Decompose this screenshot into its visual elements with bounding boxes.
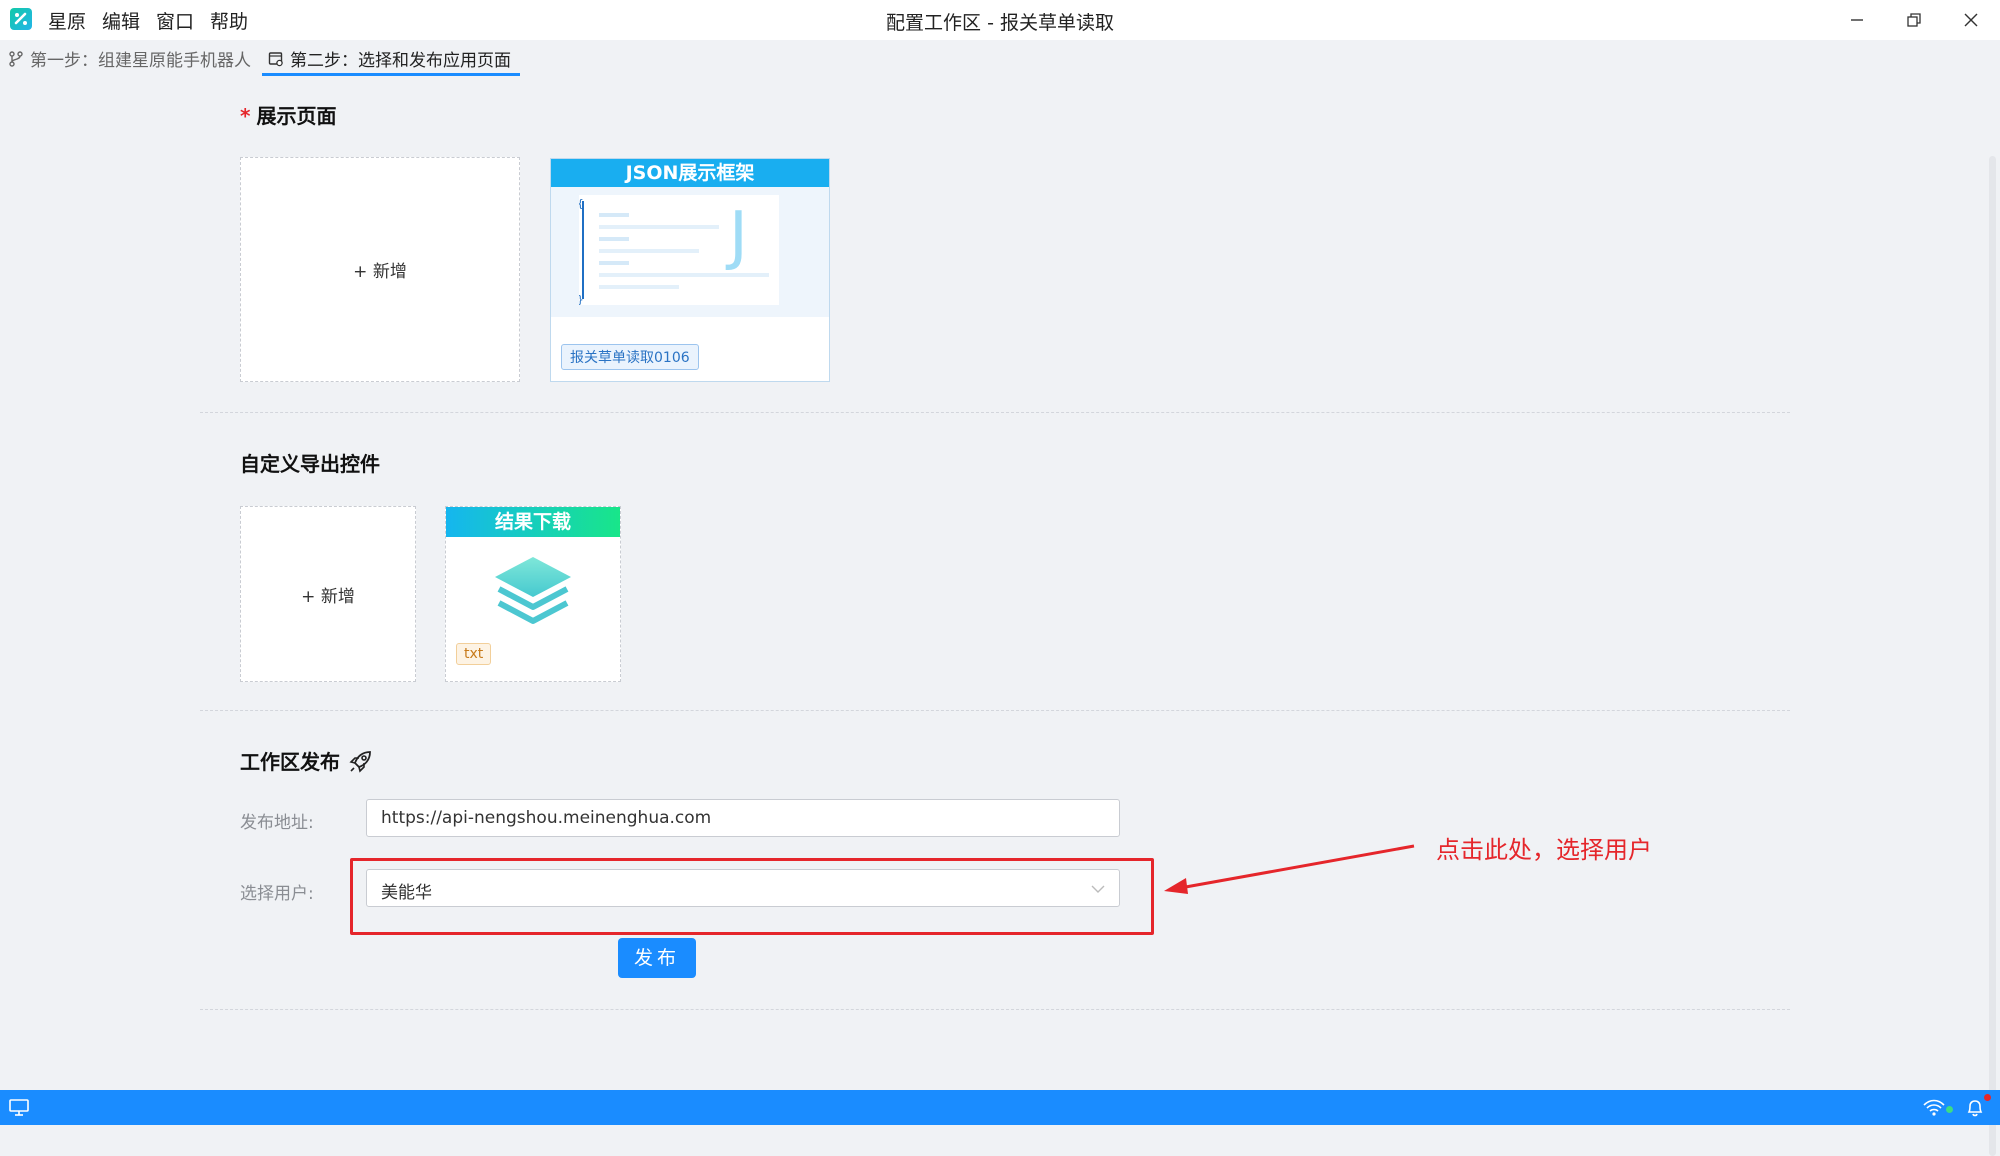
- annotation-text: 点击此处，选择用户: [1436, 836, 1652, 864]
- json-card-preview: { } J: [551, 187, 829, 317]
- notification-badge: [1984, 1094, 1991, 1101]
- bell-icon[interactable]: [1966, 1098, 1984, 1118]
- minimize-button[interactable]: [1829, 0, 1885, 40]
- connection-status-dot: [1946, 1106, 1953, 1113]
- menu-item-window[interactable]: 窗口: [156, 7, 194, 34]
- rocket-icon: [349, 750, 371, 773]
- result-card-tag: txt: [456, 643, 492, 665]
- monitor-icon[interactable]: [9, 1099, 29, 1117]
- restore-icon: [1907, 13, 1921, 27]
- title-bar: 星原 编辑 窗口 帮助 配置工作区 - 报关草单读取: [0, 0, 2000, 40]
- svg-text:J: J: [725, 199, 748, 273]
- tab-step-two[interactable]: 第二步：选择和发布应用页面: [268, 46, 511, 71]
- publish-address-label: 发布地址:: [240, 813, 314, 833]
- branch-icon: [9, 50, 23, 67]
- menu-item-edit[interactable]: 编辑: [102, 7, 140, 34]
- publish-section-title: 工作区发布: [240, 746, 374, 775]
- minimize-icon: [1851, 19, 1863, 21]
- tab-step-one-label: 第一步：组建星原能手机器人: [30, 51, 251, 71]
- result-card-header: 结果下载: [446, 507, 620, 537]
- menu-bar: 星原 编辑 窗口 帮助: [48, 7, 248, 34]
- add-display-page-button[interactable]: + 新增: [240, 157, 520, 382]
- tab-step-two-label: 第二步：选择和发布应用页面: [290, 51, 511, 71]
- export-controls-title: 自定义导出控件: [240, 452, 380, 476]
- page-settings-icon: [268, 51, 283, 66]
- close-button[interactable]: [1943, 0, 1999, 40]
- annotation-highlight-box: [350, 858, 1154, 935]
- json-card-header: JSON展示框架: [551, 159, 829, 187]
- section-divider-1: [200, 412, 1790, 413]
- svg-text:{: {: [579, 197, 584, 210]
- menu-item-xingyuan[interactable]: 星原: [48, 7, 86, 34]
- display-pages-title-text: 展示页面: [256, 104, 337, 128]
- json-display-frame-card[interactable]: JSON展示框架 { } J 报关草单读取0106: [550, 158, 830, 382]
- menu-item-help[interactable]: 帮助: [210, 7, 248, 34]
- scrollbar-thumb[interactable]: [1989, 156, 1996, 1156]
- window-title: 配置工作区 - 报关草单读取: [886, 12, 1114, 34]
- close-icon: [1964, 13, 1978, 27]
- display-pages-title: * 展示页面: [240, 100, 336, 129]
- app-logo-icon: [10, 8, 32, 30]
- json-document-illustration: { } J: [577, 195, 779, 306]
- vertical-scrollbar[interactable]: [1985, 76, 2000, 1156]
- required-mark: *: [240, 104, 251, 128]
- annotation-arrow: [1164, 844, 1415, 894]
- status-bar: [0, 1090, 2000, 1125]
- json-card-tag: 报关草单读取0106: [561, 344, 699, 370]
- result-download-card[interactable]: 结果下载 txt: [445, 506, 621, 682]
- svg-text:}: }: [579, 293, 584, 305]
- publish-button[interactable]: 发布: [618, 938, 696, 978]
- section-divider-2: [200, 710, 1790, 711]
- restore-button[interactable]: [1886, 0, 1942, 40]
- step-tabs: 第一步：组建星原能手机器人 第二步：选择和发布应用页面: [0, 40, 2000, 76]
- layers-icon: [493, 555, 573, 635]
- tab-step-one[interactable]: 第一步：组建星原能手机器人: [8, 46, 251, 71]
- add-export-control-button[interactable]: + 新增: [240, 506, 416, 682]
- section-divider-3: [200, 1009, 1790, 1010]
- wifi-icon[interactable]: [1922, 1099, 1946, 1117]
- publish-title-text: 工作区发布: [240, 750, 340, 774]
- select-user-label: 选择用户:: [240, 884, 314, 904]
- publish-address-input[interactable]: https://api-nengshou.meinenghua.com: [366, 799, 1120, 837]
